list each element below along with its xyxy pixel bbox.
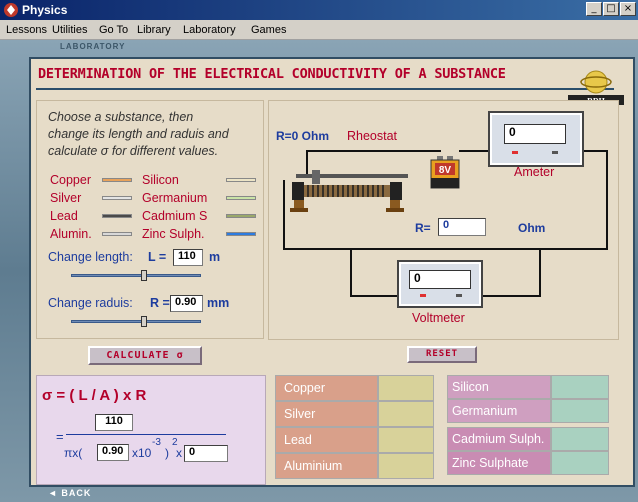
battery-icon: 8V <box>430 156 460 189</box>
length-var: L = <box>148 250 167 264</box>
result-value <box>378 401 434 427</box>
formula-exponent: -3 <box>152 437 161 448</box>
rheostat-label: Rheostat <box>347 129 398 143</box>
formula-close-paren: ) <box>165 446 169 460</box>
page-title: DETERMINATION OF THE ELECTRICAL CONDUCTI… <box>38 66 506 82</box>
substance-swatch <box>102 178 132 182</box>
voltmeter-display: 0 <box>409 270 471 289</box>
wire <box>283 180 285 250</box>
length-slider[interactable] <box>71 274 201 277</box>
section-label: LABORATORY <box>60 42 126 51</box>
result-label: Zinc Sulphate <box>447 451 551 475</box>
menu-go-to[interactable]: Go To <box>99 24 128 36</box>
result-value <box>378 427 434 453</box>
result-value <box>551 399 609 423</box>
menu-library[interactable]: Library <box>137 24 171 36</box>
heading-divider <box>36 88 614 90</box>
formula-x10: x10 <box>132 446 152 460</box>
wire <box>306 150 441 152</box>
substance-lead[interactable]: Lead <box>50 209 78 223</box>
formula-radius: 0.90 <box>97 444 129 461</box>
minimize-button[interactable]: _ <box>586 2 602 16</box>
radius-slider-thumb[interactable] <box>140 316 147 327</box>
substance-swatch <box>226 214 256 218</box>
voltmeter-terminal-positive <box>420 294 426 297</box>
substance-copper[interactable]: Copper <box>50 173 91 187</box>
formula-r-value: 0 <box>184 445 228 462</box>
rheostat-resistance: R=0 Ohm <box>276 129 330 143</box>
resistance-unit: Ohm <box>518 221 546 235</box>
menu-laboratory[interactable]: Laboratory <box>183 24 236 36</box>
length-input[interactable]: 110 <box>173 249 203 266</box>
substance-cadmiums[interactable]: Cadmium S <box>142 209 207 223</box>
fraction-bar <box>66 434 226 435</box>
ammeter-terminal-positive <box>512 151 518 154</box>
battery-label: 8V <box>439 165 452 176</box>
instruction-line-3: calculate σ for different values. <box>48 144 219 158</box>
app-icon <box>4 3 18 17</box>
formula-equals: = <box>56 429 64 444</box>
substance-germanium[interactable]: Germanium <box>142 191 207 205</box>
resistance-display: 0 <box>438 218 486 236</box>
maximize-button[interactable]: □ <box>603 2 619 16</box>
result-value <box>378 375 434 401</box>
length-slider-thumb[interactable] <box>140 270 147 281</box>
wire <box>283 248 608 250</box>
formula-numerator: 110 <box>95 414 133 431</box>
substance-alumin[interactable]: Alumin. <box>50 227 92 241</box>
radius-unit: mm <box>207 296 230 310</box>
radius-label: Change raduis: <box>48 296 133 310</box>
result-label: Lead <box>275 427 378 453</box>
radius-slider[interactable] <box>71 320 201 323</box>
substance-silicon[interactable]: Silicon <box>142 173 179 187</box>
result-label: Silicon <box>447 375 551 399</box>
rheostat-icon[interactable] <box>288 160 418 220</box>
wire <box>606 150 608 250</box>
instruction-line-2: change its length and raduis and <box>48 127 229 141</box>
result-label: Aluminium <box>275 453 378 479</box>
voltmeter-terminal-negative <box>456 294 462 297</box>
menu-bar: Lessons Utilities Go To Library Laborato… <box>0 20 638 40</box>
length-label: Change length: <box>48 250 133 264</box>
result-value <box>378 453 434 479</box>
voltmeter-label: Voltmeter <box>412 311 465 325</box>
substance-zincsulph[interactable]: Zinc Sulph. <box>142 227 205 241</box>
substance-silver[interactable]: Silver <box>50 191 81 205</box>
result-label: Cadmium Sulph. <box>447 427 551 451</box>
instruction-line-1: Choose a substance, then <box>48 110 194 124</box>
result-label: Germanium <box>447 399 551 423</box>
menu-utilities[interactable]: Utilities <box>52 24 87 36</box>
substance-swatch <box>226 232 256 236</box>
ammeter-label: Ameter <box>514 165 555 179</box>
formula-lhs: σ = ( L / A ) x R <box>42 387 147 404</box>
result-value <box>551 451 609 475</box>
length-unit: m <box>209 250 221 264</box>
substance-swatch <box>102 232 132 236</box>
resistance-prefix: R= <box>415 221 431 235</box>
substance-swatch <box>226 196 256 200</box>
substance-swatch <box>226 178 256 182</box>
result-label: Copper <box>275 375 378 401</box>
result-label: Silver <box>275 401 378 427</box>
substance-swatch <box>102 214 132 218</box>
close-button[interactable]: × <box>620 2 636 16</box>
title-bar <box>0 0 638 20</box>
window-title: Physics <box>22 3 68 17</box>
substance-swatch <box>102 196 132 200</box>
wire <box>350 248 352 296</box>
reset-button[interactable]: RESET <box>407 346 477 363</box>
formula-times: x <box>176 446 182 460</box>
menu-lessons[interactable]: Lessons <box>6 24 47 36</box>
ammeter-display: 0 <box>504 124 566 144</box>
result-value <box>551 375 609 399</box>
calculate-button[interactable]: CALCULATE σ <box>88 346 202 365</box>
menu-games[interactable]: Games <box>251 24 286 36</box>
back-button[interactable]: ◄ BACK <box>48 488 91 498</box>
wire <box>539 248 541 296</box>
result-value <box>551 427 609 451</box>
formula-pi: πx( <box>64 446 83 460</box>
ammeter-terminal-negative <box>552 151 558 154</box>
radius-input[interactable]: 0.90 <box>170 295 203 312</box>
radius-var: R = <box>150 296 170 310</box>
